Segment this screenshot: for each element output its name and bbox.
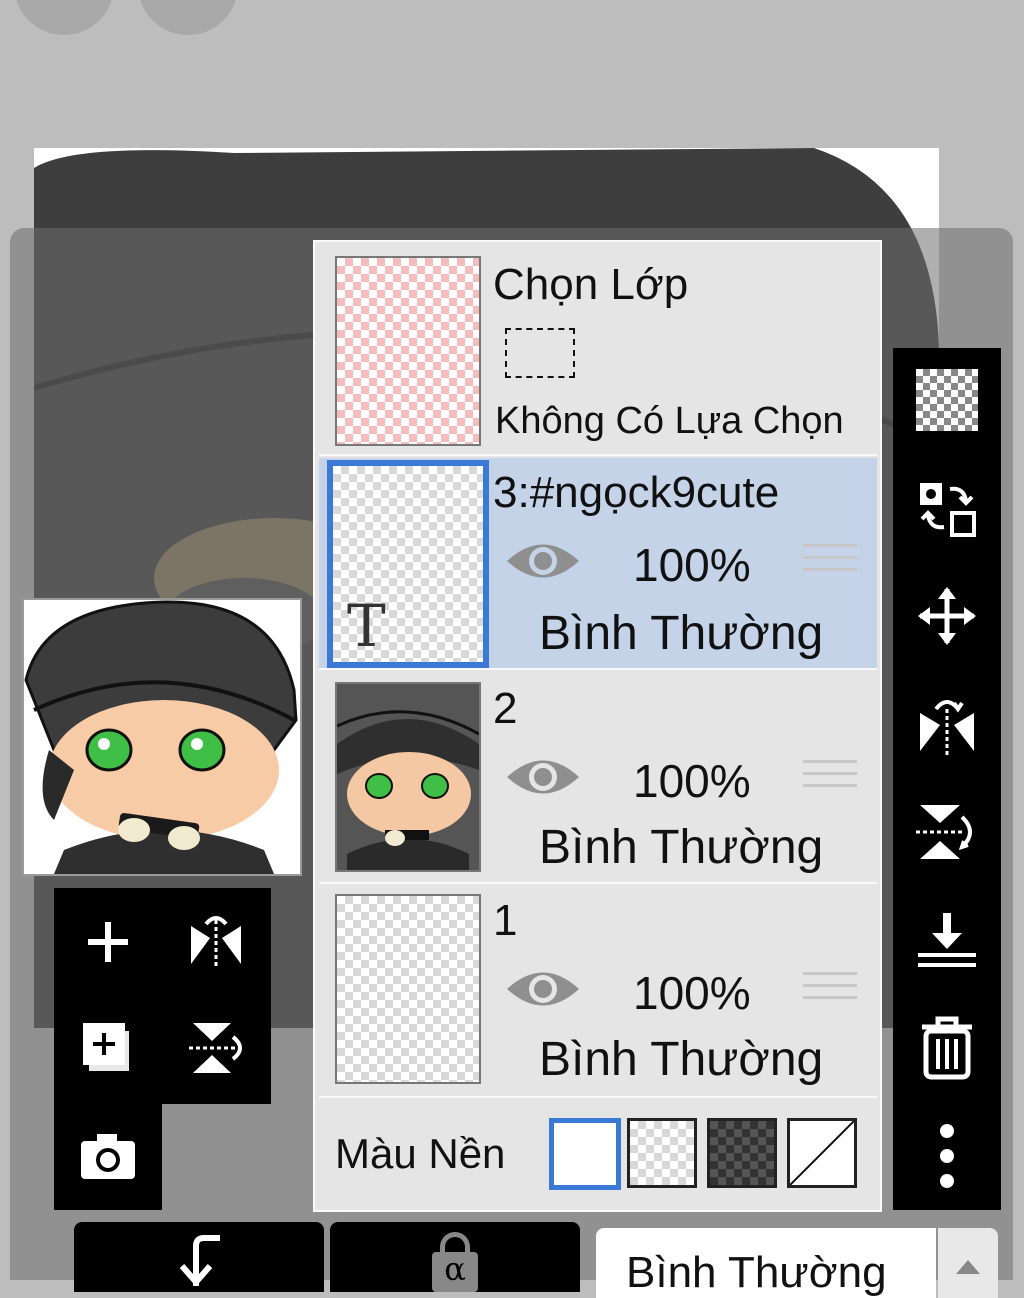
blend-mode-dropdown[interactable]: Bình Thường — [596, 1228, 936, 1298]
bg-dark-swatch[interactable] — [707, 1118, 777, 1188]
add-layer-button[interactable] — [68, 902, 148, 982]
trash-icon — [922, 1016, 972, 1080]
layer-1-opacity[interactable]: 100% — [633, 966, 751, 1020]
duplicate-layer-button[interactable] — [68, 1008, 148, 1088]
selection-title: Chọn Lớp — [493, 260, 689, 309]
drag-handle-icon[interactable] — [803, 544, 857, 580]
canvas-preview[interactable] — [22, 598, 302, 876]
more-vertical-icon — [940, 1124, 954, 1188]
layer-1-name: 1 — [493, 896, 518, 945]
checkerboard-icon — [916, 369, 978, 431]
duplicate-icon — [83, 1023, 129, 1071]
flip-layer-vertical-button[interactable] — [907, 792, 987, 872]
flip-horizontal-icon — [191, 916, 241, 968]
selection-thumbnail — [335, 256, 481, 446]
layer-panel: Chọn Lớp Không Có Lựa Chọn T 3:#ngọck9cu… — [313, 240, 882, 1212]
layer-1-blend-mode[interactable]: Bình Thường — [539, 1032, 823, 1087]
delete-layer-button[interactable] — [907, 1008, 987, 1088]
clipping-arrow-icon — [179, 1235, 220, 1286]
bg-transparent-swatch[interactable] — [627, 1118, 697, 1188]
selection-status: Không Có Lựa Chọn — [495, 400, 844, 442]
merge-down-button[interactable] — [907, 900, 987, 980]
background-color-label: Màu Nền — [335, 1130, 506, 1177]
alpha-lock-glyph: α — [444, 1250, 466, 1288]
blend-mode-value: Bình Thường — [626, 1248, 887, 1297]
undo-button[interactable] — [14, 0, 114, 35]
selection-layer-row[interactable]: Chọn Lớp Không Có Lựa Chọn — [319, 246, 877, 456]
flip-vertical-icon — [189, 1023, 242, 1073]
clipping-button[interactable] — [74, 1222, 324, 1292]
flip-horizontal-button[interactable] — [176, 902, 256, 982]
drag-handle-icon[interactable] — [803, 760, 857, 796]
flip-horizontal-icon — [920, 700, 974, 755]
layer-2-name: 2 — [493, 684, 518, 733]
flip-layer-horizontal-button[interactable] — [907, 684, 987, 764]
layer-3-opacity[interactable]: 100% — [633, 538, 751, 592]
layer-3-thumbnail[interactable]: T — [327, 460, 489, 668]
flip-vertical-button[interactable] — [176, 1008, 256, 1088]
layer-1-thumbnail[interactable] — [335, 894, 481, 1084]
selection-marquee-icon — [505, 328, 575, 378]
eye-icon[interactable] — [505, 752, 581, 802]
text-layer-icon: T — [347, 592, 386, 660]
layer-row-1[interactable]: 1 100% Bình Thường — [319, 886, 877, 1098]
more-options-button[interactable] — [907, 1116, 987, 1196]
right-toolbar — [893, 348, 1001, 1210]
alpha-lock-button[interactable]: α — [330, 1222, 580, 1292]
layer-row-3[interactable]: T 3:#ngọck9cute 100% Bình Thường — [319, 458, 877, 670]
move-layer-button[interactable] — [907, 576, 987, 656]
eye-icon[interactable] — [505, 536, 581, 586]
layer-3-blend-mode[interactable]: Bình Thường — [539, 606, 823, 661]
left-toolbar — [54, 888, 271, 1104]
bg-white-swatch[interactable] — [549, 1118, 621, 1190]
flip-vertical-icon — [916, 805, 972, 859]
move-icon — [918, 587, 976, 645]
layer-2-opacity[interactable]: 100% — [633, 754, 751, 808]
swap-layer-button[interactable] — [907, 468, 987, 548]
camera-icon — [81, 1134, 135, 1179]
swap-icon — [920, 483, 976, 537]
blend-mode-toggle-button[interactable] — [938, 1228, 998, 1298]
drag-handle-icon[interactable] — [803, 972, 857, 1008]
camera-button[interactable] — [68, 1116, 148, 1196]
eye-icon[interactable] — [505, 964, 581, 1014]
layer-2-blend-mode[interactable]: Bình Thường — [539, 820, 823, 875]
plus-icon — [88, 922, 128, 962]
no-background-icon — [789, 1120, 855, 1186]
layer-2-thumbnail[interactable] — [335, 682, 481, 872]
merge-down-icon — [918, 913, 976, 967]
layer-row-2[interactable]: 2 100% Bình Thường — [319, 672, 877, 884]
transparency-button[interactable] — [907, 360, 987, 440]
chevron-up-icon — [956, 1260, 980, 1274]
layer-3-name: 3:#ngọck9cute — [493, 468, 780, 517]
redo-button[interactable] — [138, 0, 238, 35]
bg-none-swatch[interactable] — [787, 1118, 857, 1188]
left-toolbar-bottom — [54, 1102, 162, 1210]
